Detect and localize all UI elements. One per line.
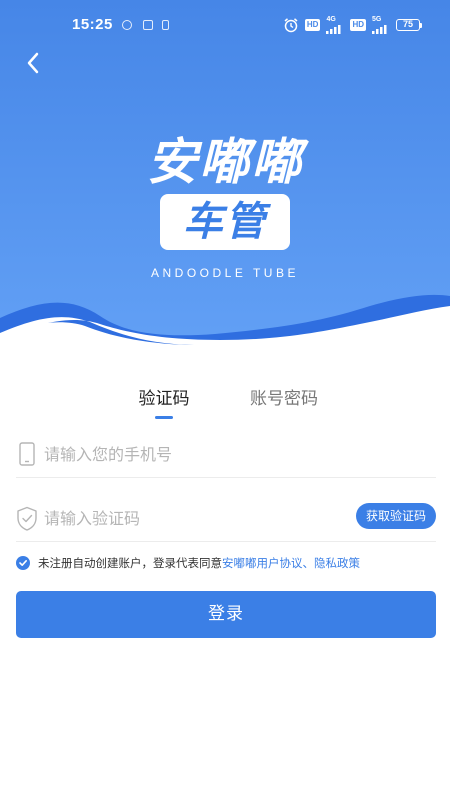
signal-indicator: 4G	[326, 16, 344, 34]
signal-icon	[326, 25, 341, 34]
verification-code-field: 获取验证码	[16, 496, 436, 542]
get-code-button[interactable]: 获取验证码	[356, 503, 436, 529]
logo-title: 安嘟嘟	[147, 133, 303, 191]
battery-icon: 75	[396, 19, 422, 31]
agreement-checkbox[interactable]	[16, 556, 30, 570]
login-tabs: 验证码 账号密码	[0, 384, 450, 424]
agreement-text: 未注册自动创建账户，登录代表同意	[38, 556, 222, 570]
login-button[interactable]: 登录	[16, 591, 436, 638]
privacy-policy-link[interactable]: 隐私政策	[314, 555, 360, 571]
active-tab-indicator	[155, 416, 173, 419]
status-icons: HD 4G HD 5G 75	[283, 15, 422, 35]
verification-code-input[interactable]	[44, 502, 284, 534]
header-banner: 15:25 HD 4G HD 5G 75 安嘟嘟 车管 ANDOODLE TUB…	[0, 0, 450, 345]
notification-icon	[162, 20, 169, 30]
check-icon	[19, 560, 27, 566]
tab-account-password[interactable]: 账号密码	[246, 384, 322, 420]
shield-check-icon	[17, 506, 37, 531]
network-type: 5G	[372, 16, 382, 23]
logo-badge: 车管	[160, 194, 290, 250]
back-button[interactable]	[18, 48, 48, 78]
hd-badge: HD	[350, 19, 366, 31]
status-time: 15:25	[72, 16, 113, 33]
chevron-left-icon	[27, 52, 39, 74]
phone-input[interactable]	[44, 438, 344, 470]
battery-level: 75	[396, 19, 420, 31]
agreement-row: 未注册自动创建账户，登录代表同意 安嘟嘟用户协议 、 隐私政策	[16, 554, 436, 572]
phone-icon	[19, 442, 35, 466]
notification-icon	[122, 20, 132, 30]
phone-field	[16, 432, 436, 478]
signal-icon	[372, 25, 387, 34]
tab-verification-code[interactable]: 验证码	[128, 384, 200, 420]
alarm-icon	[284, 18, 298, 33]
notification-icon	[143, 20, 153, 30]
logo-subtitle: ANDOODLE TUBE	[151, 266, 299, 280]
user-agreement-link[interactable]: 安嘟嘟用户协议	[222, 555, 303, 571]
agreement-separator: 、	[302, 556, 315, 570]
status-bar: 15:25 HD 4G HD 5G 75	[0, 0, 450, 52]
signal-indicator: 5G	[372, 16, 390, 34]
hd-badge: HD	[304, 19, 321, 31]
network-type: 4G	[326, 16, 336, 23]
